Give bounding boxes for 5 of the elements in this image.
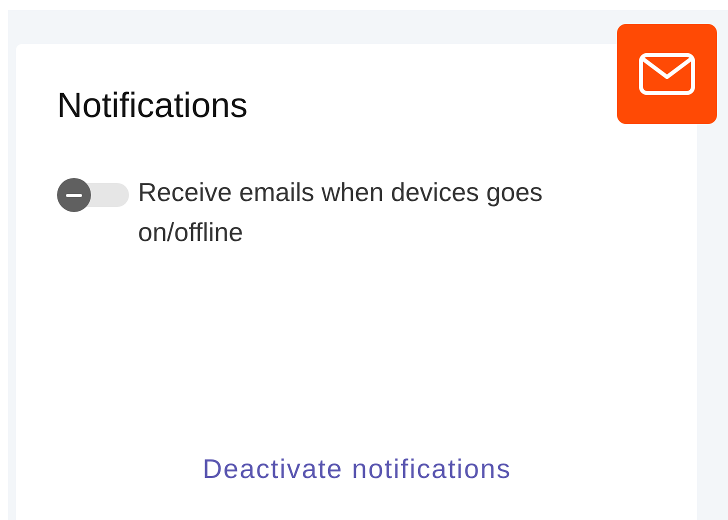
deactivate-link[interactable]: Deactivate notifications (202, 451, 512, 487)
toggle-switch[interactable] (57, 180, 129, 210)
setting-label: Receive emails when devices goes on/offline (138, 176, 544, 249)
envelope-icon (639, 53, 695, 95)
card-title: Notifications (57, 85, 249, 127)
